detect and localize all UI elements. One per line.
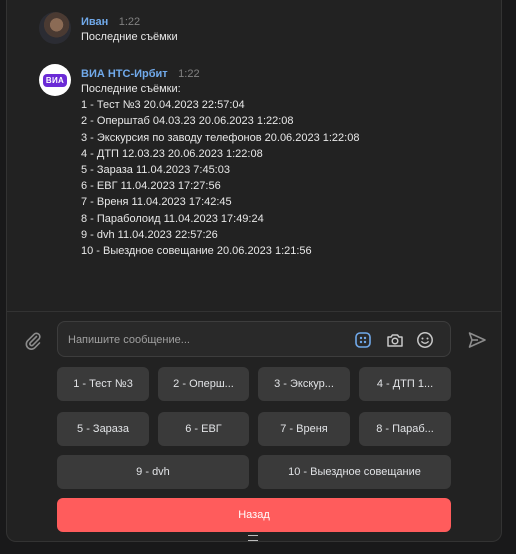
message-line: 1 - Тест №3 20.04.2023 22:57:04: [81, 99, 245, 112]
message-text: Последние съёмки: 1 - Тест №3 20.04.2023…: [81, 81, 359, 259]
message-line: 7 - Вреня 11.04.2023 17:42:45: [81, 196, 232, 209]
keyboard-button[interactable]: 9 - dvh: [57, 455, 249, 489]
avatar[interactable]: [39, 12, 71, 44]
message-history: Иван 1:22 Последние съёмки ВИА ВИА НТС-И…: [7, 0, 501, 311]
resize-handle[interactable]: [248, 535, 258, 541]
button-label: 1 - Тест №3: [73, 378, 133, 390]
message-line: 6 - ЕВГ 11.04.2023 17:27:56: [81, 180, 221, 193]
button-label: 7 - Вреня: [280, 423, 328, 435]
keyboard-button[interactable]: 2 - Оперш...: [158, 367, 249, 401]
message-line: 8 - Параболоид 11.04.2023 17:49:24: [81, 212, 264, 225]
keyboard-button[interactable]: 3 - Экскур...: [258, 367, 350, 401]
bot-keyboard-icon[interactable]: [354, 331, 372, 349]
button-label: 9 - dvh: [136, 466, 170, 478]
message-line: 4 - ДТП 12.03.23 20.06.2023 1:22:08: [81, 147, 263, 160]
keyboard-button[interactable]: 8 - Параб...: [359, 412, 451, 446]
keyboard-button[interactable]: 7 - Вреня: [258, 412, 350, 446]
button-label: 8 - Параб...: [376, 423, 434, 435]
button-label: 10 - Выездное совещание: [288, 466, 421, 478]
author-name[interactable]: ВИА НТС-Ирбит: [81, 68, 168, 80]
camera-icon[interactable]: [386, 331, 404, 349]
message-header: ВИА НТС-Ирбит 1:22: [81, 64, 200, 82]
message-line: 3 - Экскурсия по заводу телефонов 20.06.…: [81, 131, 360, 144]
message-text: Последние съёмки: [81, 29, 178, 45]
smile-icon[interactable]: [416, 331, 434, 349]
composer-divider: [7, 311, 501, 312]
message-line: 10 - Выездное совещание 20.06.2023 1:21:…: [81, 245, 312, 258]
chat-panel: Иван 1:22 Последние съёмки ВИА ВИА НТС-И…: [6, 0, 502, 542]
author-name[interactable]: Иван: [81, 16, 108, 28]
message-line: Последние съёмки:: [81, 83, 181, 95]
button-label: 2 - Оперш...: [173, 378, 234, 390]
keyboard-button[interactable]: 1 - Тест №3: [57, 367, 149, 401]
message-line: Последние съёмки: [81, 31, 178, 43]
button-label: Назад: [238, 509, 270, 521]
button-label: 3 - Экскур...: [274, 378, 334, 390]
keyboard-button[interactable]: 5 - Зараза: [57, 412, 149, 446]
message-header: Иван 1:22: [81, 12, 140, 30]
message-line: 5 - Зараза 11.04.2023 7:45:03: [81, 164, 230, 177]
keyboard-button[interactable]: 4 - ДТП 1...: [359, 367, 451, 401]
message-line: 9 - dvh 11.04.2023 22:57:26: [81, 228, 218, 241]
message-time: 1:22: [178, 68, 200, 80]
send-icon[interactable]: [467, 330, 487, 350]
button-label: 5 - Зараза: [77, 423, 129, 435]
message-composer: [57, 321, 451, 357]
bot-logo: ВИА: [42, 73, 68, 87]
avatar[interactable]: ВИА: [39, 64, 71, 96]
back-button[interactable]: Назад: [57, 498, 451, 532]
button-label: 6 - ЕВГ: [185, 423, 222, 435]
message-input[interactable]: [68, 330, 348, 350]
message-time: 1:22: [118, 16, 141, 28]
keyboard-button[interactable]: 10 - Выездное совещание: [258, 455, 451, 489]
button-label: 4 - ДТП 1...: [376, 378, 434, 390]
keyboard-button[interactable]: 6 - ЕВГ: [158, 412, 249, 446]
message-line: 2 - Оперштаб 04.03.23 20.06.2023 1:22:08: [81, 115, 294, 128]
paperclip-icon[interactable]: [23, 330, 43, 350]
